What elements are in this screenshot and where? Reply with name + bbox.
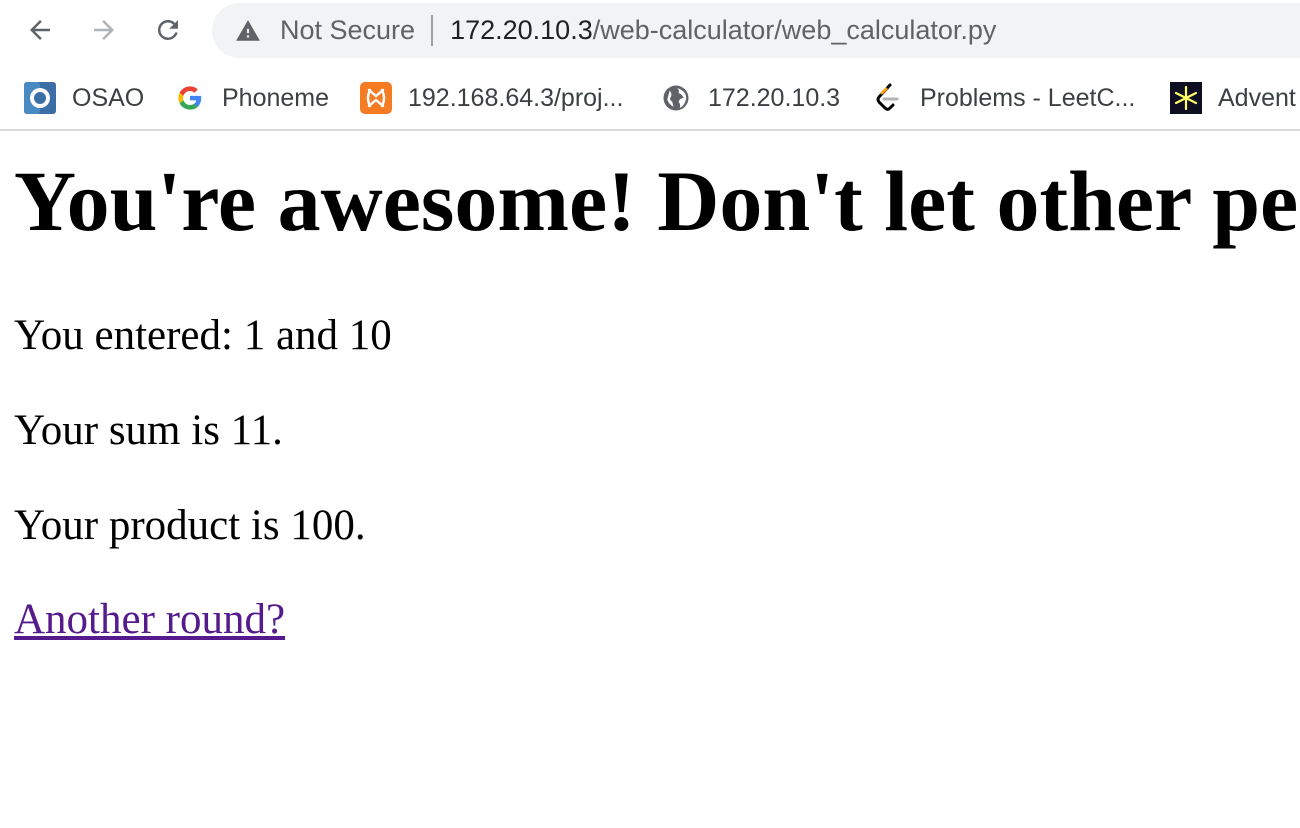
url-text[interactable]: 172.20.10.3/web-calculator/web_calculato… xyxy=(450,15,996,46)
globe-icon xyxy=(660,82,692,114)
security-status-label[interactable]: Not Secure xyxy=(280,15,415,46)
entered-values-text: You entered: 1 and 10 xyxy=(14,312,392,359)
bookmarks-bar: OSAO Phoneme 192.168.64.3/proj... 172.20… xyxy=(0,66,1300,131)
url-path: /web-calculator/web_calculator.py xyxy=(592,15,997,45)
bookmark-label: 172.20.10.3 xyxy=(708,83,841,112)
arrow-right-icon xyxy=(94,20,114,40)
back-button[interactable] xyxy=(20,10,60,50)
xampp-favicon xyxy=(360,82,392,114)
bookmark-label: Problems - LeetC... xyxy=(920,83,1136,112)
page-content: You're awesome! Don't let other pe You e… xyxy=(0,131,1300,828)
sum-result-text: Your sum is 11. xyxy=(14,407,283,454)
bookmark-label: Advent xyxy=(1218,83,1296,112)
advent-star-favicon xyxy=(1170,82,1202,114)
reload-button[interactable] xyxy=(148,10,188,50)
reload-icon xyxy=(157,19,178,40)
url-host: 172.20.10.3 xyxy=(450,15,593,45)
bookmark-label: OSAO xyxy=(72,83,145,112)
bookmark-label: Phoneme xyxy=(222,83,330,112)
bookmark-leetcode[interactable]: Problems - LeetC... xyxy=(872,81,1135,115)
bookmark-osao[interactable]: OSAO xyxy=(24,81,144,115)
another-round-link[interactable]: Another round? xyxy=(14,595,285,645)
leetcode-favicon xyxy=(872,82,904,114)
bookmark-advent[interactable]: Advent xyxy=(1170,81,1296,115)
browser-toolbar: Not Secure 172.20.10.3/web-calculator/we… xyxy=(0,0,1300,64)
address-bar[interactable]: Not Secure 172.20.10.3/web-calculator/we… xyxy=(212,3,1300,58)
bookmark-phoneme[interactable]: Phoneme xyxy=(174,81,329,115)
forward-button[interactable] xyxy=(84,10,124,50)
page-heading: You're awesome! Don't let other pe xyxy=(14,153,1299,249)
warning-triangle-icon[interactable] xyxy=(234,17,262,45)
bookmark-local-host[interactable]: 172.20.10.3 xyxy=(660,81,840,115)
bookmark-xampp[interactable]: 192.168.64.3/proj... xyxy=(360,81,623,115)
address-divider xyxy=(431,15,434,46)
arrow-left-icon xyxy=(30,20,50,40)
google-favicon xyxy=(174,82,206,114)
bookmark-label: 192.168.64.3/proj... xyxy=(408,83,624,112)
osao-favicon xyxy=(24,82,56,114)
product-result-text: Your product is 100. xyxy=(14,502,366,549)
